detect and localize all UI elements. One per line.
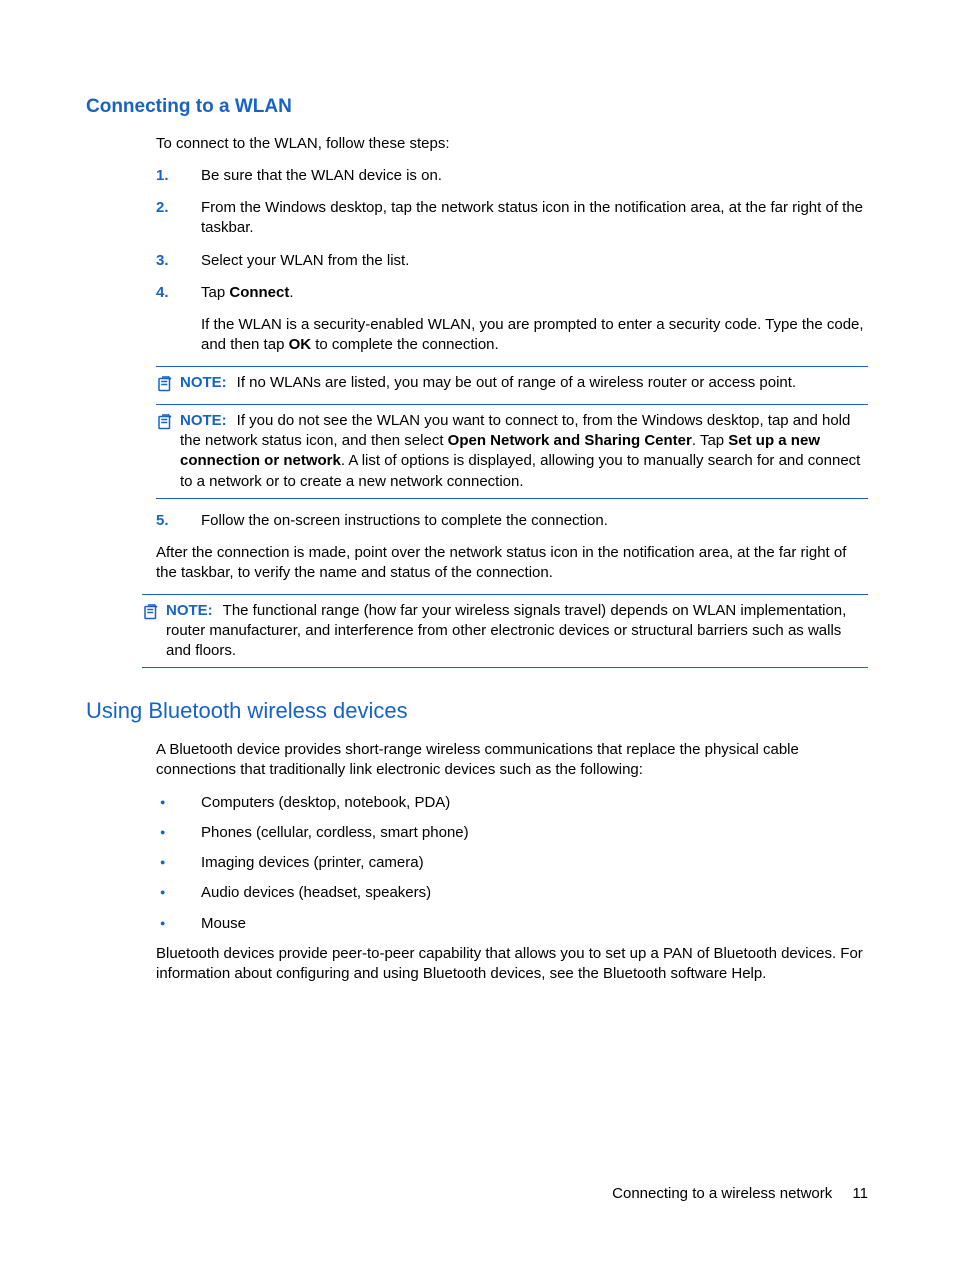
- bluetooth-after-text: Bluetooth devices provide peer-to-peer c…: [156, 944, 868, 985]
- page-number: 11: [852, 1185, 868, 1202]
- step-item: 3. Select your WLAN from the list.: [156, 251, 868, 271]
- wlan-intro: To connect to the WLAN, follow these ste…: [156, 134, 868, 154]
- step-item: 5. Follow the on-screen instructions to …: [156, 511, 868, 531]
- note-block: NOTE:If no WLANs are listed, you may be …: [156, 366, 868, 405]
- note-block: NOTE:The functional range (how far your …: [142, 594, 868, 669]
- step-text: Tap Connect.: [201, 284, 294, 301]
- step-number: 2.: [156, 198, 169, 218]
- list-item: Phones (cellular, cordless, smart phone): [156, 823, 868, 843]
- step-text: From the Windows desktop, tap the networ…: [201, 199, 863, 236]
- step-text: Follow the on-screen instructions to com…: [201, 512, 608, 529]
- note-icon: [142, 602, 160, 626]
- step-text: Select your WLAN from the list.: [201, 252, 409, 269]
- note-content: NOTE:The functional range (how far your …: [166, 601, 868, 662]
- bluetooth-list: Computers (desktop, notebook, PDA) Phone…: [156, 793, 868, 934]
- step-number: 4.: [156, 283, 169, 303]
- list-item: Audio devices (headset, speakers): [156, 883, 868, 903]
- bluetooth-intro: A Bluetooth device provides short-range …: [156, 740, 868, 781]
- wlan-steps-list: 1. Be sure that the WLAN device is on. 2…: [156, 166, 868, 531]
- step-number: 5.: [156, 511, 169, 531]
- note-icon: [156, 374, 174, 398]
- note-content: NOTE:If no WLANs are listed, you may be …: [180, 373, 868, 393]
- step-item: 2. From the Windows desktop, tap the net…: [156, 198, 868, 239]
- list-item: Mouse: [156, 914, 868, 934]
- list-item: Computers (desktop, notebook, PDA): [156, 793, 868, 813]
- step-item: 1. Be sure that the WLAN device is on.: [156, 166, 868, 186]
- page-footer: Connecting to a wireless network 11: [612, 1184, 868, 1204]
- step-text: Be sure that the WLAN device is on.: [201, 167, 442, 184]
- heading-connecting-wlan: Connecting to a WLAN: [86, 94, 868, 120]
- document-page: Connecting to a WLAN To connect to the W…: [0, 0, 954, 1044]
- step-number: 1.: [156, 166, 169, 186]
- step-number: 3.: [156, 251, 169, 271]
- step-item: 4. Tap Connect. If the WLAN is a securit…: [156, 283, 868, 499]
- wlan-after-text: After the connection is made, point over…: [156, 543, 868, 584]
- note-content: NOTE:If you do not see the WLAN you want…: [180, 411, 868, 492]
- step-subtext: If the WLAN is a security-enabled WLAN, …: [201, 315, 868, 356]
- heading-bluetooth: Using Bluetooth wireless devices: [86, 696, 868, 726]
- list-item: Imaging devices (printer, camera): [156, 853, 868, 873]
- note-icon: [156, 412, 174, 436]
- note-block: NOTE:If you do not see the WLAN you want…: [156, 405, 868, 499]
- footer-section-title: Connecting to a wireless network: [612, 1185, 832, 1202]
